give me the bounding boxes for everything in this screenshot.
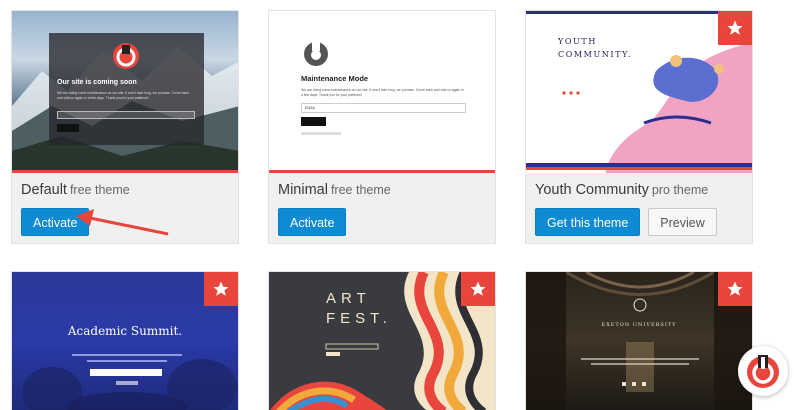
preview-title-line1: ART (326, 290, 371, 307)
star-icon (470, 281, 486, 296)
preview-title-line2: COMMUNITY. (558, 50, 633, 59)
get-theme-button[interactable]: Get this theme (535, 208, 641, 236)
preview-title: Our site is coming soon (57, 79, 137, 86)
preview-email-field (57, 111, 195, 119)
theme-preview-academic-summit[interactable]: Academic Summit. (12, 272, 238, 410)
theme-preview-default[interactable]: Our site is coming soon We are doing som… (12, 11, 238, 173)
theme-name: Default (21, 182, 67, 198)
preview-title: ART FEST. (326, 289, 392, 329)
preview-title: Academic Summit. (67, 324, 183, 338)
theme-card-art-fest: ART FEST. (268, 271, 496, 410)
preview-title: YOUTH COMMUNITY. (558, 35, 632, 61)
theme-preview-minimal[interactable]: Maintenance Mode We are doing some maint… (269, 11, 495, 173)
theme-preview-art-fest[interactable]: ART FEST. (269, 272, 495, 410)
theme-name: Minimal (278, 182, 328, 198)
preview-title-line2: FEST. (326, 310, 392, 327)
pro-badge (718, 11, 752, 45)
theme-preview-youth-community[interactable]: YOUTH COMMUNITY. (526, 11, 752, 173)
pro-badge (718, 272, 752, 306)
power-logo-icon (113, 43, 139, 69)
theme-footer: Minimal free theme Activate (269, 173, 495, 243)
preview-button[interactable]: Preview (648, 208, 717, 236)
star-icon (213, 281, 229, 296)
pro-badge (204, 272, 238, 306)
theme-card-minimal: Maintenance Mode We are doing some maint… (268, 10, 496, 244)
accent-line (269, 170, 495, 173)
theme-card-academic-summit: Academic Summit. (11, 271, 239, 410)
theme-type: free theme (330, 183, 391, 197)
coming-soon-overlay: Our site is coming soon We are doing som… (49, 33, 204, 145)
preview-title-line1: YOUTH (558, 37, 597, 46)
power-logo-icon (747, 355, 779, 388)
theme-type: free theme (69, 183, 130, 197)
preview-title: Maintenance Mode (301, 74, 369, 83)
theme-title: Youth Community pro theme (535, 181, 743, 198)
theme-card-youth-community: YOUTH COMMUNITY. Youth Community pro them… (525, 10, 753, 244)
theme-type: pro theme (651, 183, 709, 197)
preview-subscribe-button (57, 124, 79, 132)
star-icon (727, 281, 743, 296)
theme-card-exeton-university: EXETON UNIVERSITY (525, 271, 753, 410)
plugin-logo-button[interactable] (738, 346, 788, 396)
preview-subscribe-button (301, 117, 326, 126)
star-icon (727, 20, 743, 35)
theme-preview-exeton-university[interactable]: EXETON UNIVERSITY (526, 272, 752, 410)
preview-footnote (301, 132, 341, 135)
pro-badge (461, 272, 495, 306)
preview-text: We are doing some maintenance on our sit… (57, 91, 189, 100)
theme-title: Minimal free theme (278, 181, 486, 198)
power-logo-icon (304, 40, 328, 66)
preview-text: We are doing some maintenance on our sit… (301, 88, 464, 97)
theme-footer: Youth Community pro theme Get this theme … (526, 173, 752, 243)
theme-name: Youth Community (535, 182, 649, 198)
activate-button[interactable]: Activate (278, 208, 347, 236)
accent-line (12, 170, 238, 173)
theme-title: Default free theme (21, 181, 229, 198)
preview-title: EXETON UNIVERSITY (601, 322, 677, 328)
preview-email-field: EMAIL (301, 103, 466, 113)
arrow-annotation (76, 209, 169, 236)
